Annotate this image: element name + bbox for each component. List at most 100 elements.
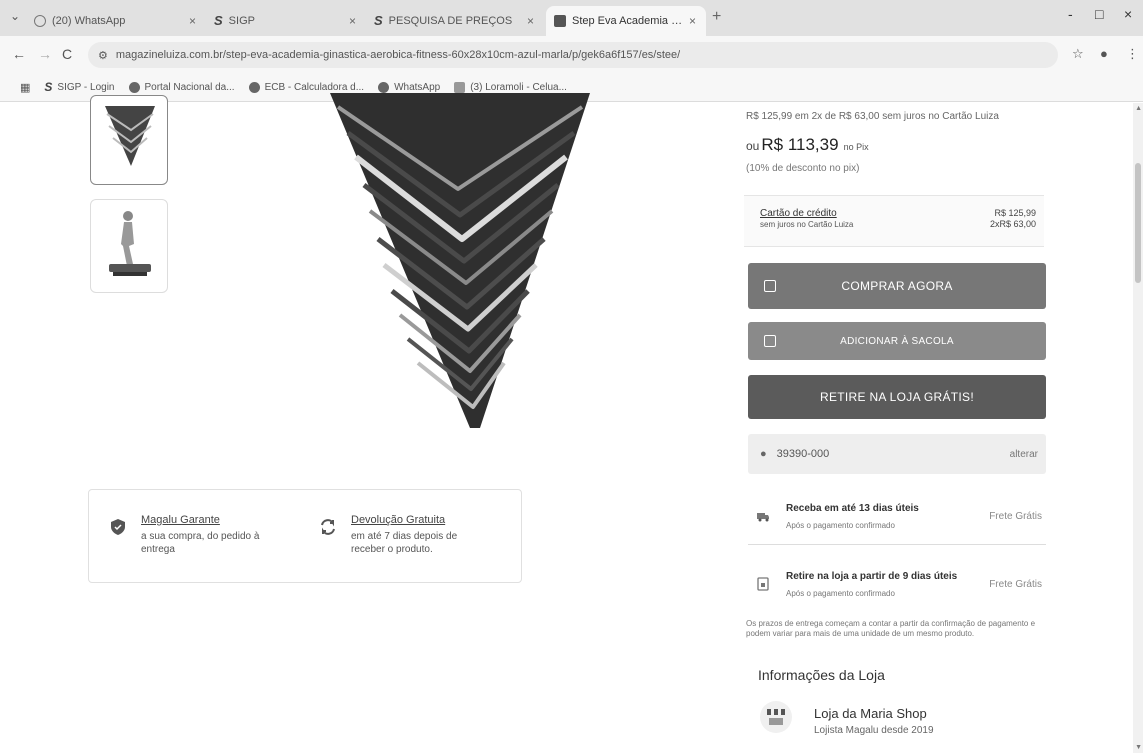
store-since: Lojista Magalu desde 2019 <box>814 725 934 736</box>
cep-value: 39390-000 <box>776 448 830 460</box>
discount-text: (10% de desconto no pix) <box>746 163 860 174</box>
bookmark-portal-nacional[interactable]: Portal Nacional da... <box>128 82 235 93</box>
delivery-disclaimer: Os prazos de entrega começam a contar a … <box>746 619 1036 638</box>
magalu-icon <box>554 15 566 27</box>
shipping-option-pickup: Retire na loja a partir de 9 dias úteis … <box>748 563 1046 613</box>
store-pickup-icon <box>757 577 769 591</box>
bag-icon <box>764 335 776 347</box>
menu-icon[interactable]: ⋮ <box>1126 46 1139 62</box>
star-icon[interactable]: ☆ <box>1072 46 1084 62</box>
chevron-down-icon[interactable]: ⌄ <box>10 9 20 23</box>
person-on-step-image <box>109 211 151 276</box>
tab-whatsapp[interactable]: (20) WhatsApp × <box>26 6 206 36</box>
buy-now-button[interactable]: COMPRAR AGORA <box>748 263 1046 309</box>
tab-title: SIGP <box>228 15 255 27</box>
shipping-option-delivery: Receba em até 13 dias úteis Após o pagam… <box>748 495 1046 545</box>
bookmark-label: ECB - Calculadora d... <box>264 82 365 93</box>
product-page: Magalu Garante a sua compra, do pedido à… <box>0 93 1143 753</box>
tab-sigp[interactable]: S SIGP × <box>206 6 366 36</box>
store-name[interactable]: Loja da Maria Shop <box>814 706 927 721</box>
guarantee-text: em até 7 dias depois de receber o produt… <box>351 531 458 555</box>
whatsapp-icon <box>378 82 390 93</box>
guarantee-magalu: Magalu Garante a sua compra, do pedido à… <box>109 514 281 556</box>
tab-title: (20) WhatsApp <box>52 15 126 27</box>
bookmark-sigp-login[interactable]: S SIGP - Login <box>44 80 115 94</box>
pickup-store-button[interactable]: RETIRE NA LOJA GRÁTIS! <box>748 375 1046 419</box>
reload-button[interactable]: C <box>62 46 72 62</box>
page-scrollbar[interactable]: ▲ ▼ <box>1133 103 1143 753</box>
close-window-button[interactable]: × <box>1124 6 1132 22</box>
add-to-bag-button[interactable]: ADICIONAR À SACOLA <box>748 322 1046 360</box>
bag-icon <box>764 280 776 292</box>
store-icon[interactable] <box>760 701 792 733</box>
scroll-down-icon[interactable]: ▼ <box>1135 744 1142 751</box>
credit-card-title[interactable]: Cartão de crédito <box>760 208 837 219</box>
forward-button[interactable]: → <box>38 46 52 62</box>
shipping-title: Retire na loja a partir de 9 dias úteis <box>786 571 958 582</box>
shipping-subtitle: Após o pagamento confirmado <box>786 521 895 530</box>
address-bar: ← → C ⚙ magazineluiza.com.br/step-eva-ac… <box>0 36 1143 74</box>
shipping-price: Frete Grátis <box>989 511 1042 522</box>
add-to-bag-label: ADICIONAR À SACOLA <box>840 335 954 347</box>
tab-pesquisa-precos[interactable]: S PESQUISA DE PREÇOS × <box>366 6 544 36</box>
close-icon[interactable]: × <box>189 14 196 28</box>
new-tab-button[interactable]: + <box>712 8 721 26</box>
return-arrows-icon <box>321 519 335 535</box>
tab-step-eva[interactable]: Step Eva Academia Ginastica A × <box>546 6 706 36</box>
close-icon[interactable]: × <box>527 14 534 28</box>
bookmark-label: (3) Loramoli - Celua... <box>470 82 567 93</box>
guarantee-title[interactable]: Magalu Garante <box>141 514 281 526</box>
scroll-up-icon[interactable]: ▲ <box>1135 105 1142 112</box>
minimize-button[interactable]: - <box>1068 6 1073 22</box>
globe-icon <box>248 82 260 93</box>
tab-title: PESQUISA DE PREÇOS <box>388 15 513 27</box>
bookmark-label: SIGP - Login <box>57 82 115 93</box>
pix-price: R$ 113,39 <box>761 135 839 154</box>
url-input[interactable]: ⚙ magazineluiza.com.br/step-eva-academia… <box>88 42 1058 68</box>
shipping-subtitle: Após o pagamento confirmado <box>786 589 895 598</box>
bookmark-label: WhatsApp <box>394 82 441 93</box>
apps-grid-icon[interactable]: ▦ <box>20 81 30 94</box>
sigp-icon: S <box>374 13 383 28</box>
whatsapp-icon <box>34 15 46 27</box>
tab-title: Step Eva Academia Ginastica A <box>572 15 683 27</box>
change-cep-link[interactable]: alterar <box>1010 449 1038 460</box>
product-main-image[interactable] <box>330 93 590 428</box>
sigp-icon: S <box>44 80 53 94</box>
credit-card-option[interactable]: Cartão de crédito sem juros no Cartão Lu… <box>744 195 1044 247</box>
guarantee-title[interactable]: Devolução Gratuita <box>351 514 491 526</box>
scrollbar-thumb[interactable] <box>1135 163 1141 283</box>
browser-tab-bar: ⌄ (20) WhatsApp × S SIGP × S PESQUISA DE… <box>0 0 1143 36</box>
bookmark-loramoli[interactable]: (3) Loramoli - Celua... <box>454 82 567 93</box>
installments-text: R$ 125,99 em 2x de R$ 63,00 sem juros no… <box>746 111 999 122</box>
back-button[interactable]: ← <box>12 46 26 62</box>
url-text: magazineluiza.com.br/step-eva-academia-g… <box>115 49 681 61</box>
bookmark-label: Portal Nacional da... <box>144 82 235 93</box>
pix-price-line: ou R$ 113,39 no Pix <box>746 135 869 155</box>
credit-card-installments: 2xR$ 63,00 <box>989 219 1036 229</box>
bookmark-whatsapp[interactable]: WhatsApp <box>378 82 440 93</box>
sigp-icon: S <box>214 13 223 28</box>
store-awning-icon <box>767 709 785 725</box>
pix-label: no Pix <box>843 142 869 152</box>
location-pin-icon: ● <box>760 448 767 460</box>
site-info-icon[interactable]: ⚙ <box>98 49 108 62</box>
close-icon[interactable]: × <box>349 14 356 28</box>
close-icon[interactable]: × <box>689 14 696 28</box>
maximize-button[interactable]: □ <box>1095 6 1103 22</box>
shield-icon <box>111 519 125 535</box>
guarantee-text: a sua compra, do pedido à entrega <box>141 531 260 555</box>
guarantee-devolucao: Devolução Gratuita em até 7 dias depois … <box>319 514 491 556</box>
product-thumbnail-2[interactable] <box>90 199 168 293</box>
credit-card-total: R$ 125,99 <box>994 208 1036 218</box>
guarantees-box: Magalu Garante a sua compra, do pedido à… <box>88 489 522 583</box>
bookmark-ecb-calculadora[interactable]: ECB - Calculadora d... <box>248 82 365 93</box>
profile-icon[interactable]: ● <box>1100 46 1108 61</box>
product-thumbnail-1[interactable] <box>90 95 168 185</box>
pix-prefix: ou <box>746 139 760 153</box>
shipping-title: Receba em até 13 dias úteis <box>786 503 919 514</box>
shipping-price: Frete Grátis <box>989 579 1042 590</box>
step-stack-image <box>105 106 155 166</box>
buy-now-label: COMPRAR AGORA <box>841 279 953 293</box>
cep-field[interactable]: ● 39390-000 alterar <box>748 434 1046 474</box>
